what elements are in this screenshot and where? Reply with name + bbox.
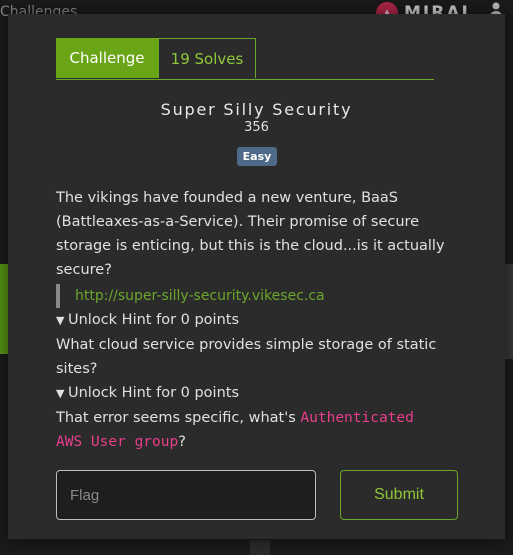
challenge-title: Super Silly Security (160, 100, 353, 119)
challenge-description: The vikings have founded a new venture, … (56, 186, 446, 454)
background-challenge-card (0, 264, 8, 354)
background-challenge-card-right (505, 264, 513, 359)
link-blockquote: http://super-silly-security.vikesec.ca (56, 284, 446, 308)
challenge-points: 356 (244, 120, 269, 135)
hint-text-2: That error seems specific, what's Authen… (56, 406, 446, 454)
tab-solves[interactable]: 19 Solves (158, 38, 256, 78)
difficulty-badge: Easy (237, 147, 277, 166)
hint-text-prefix: That error seems specific, what's (56, 410, 301, 426)
challenge-tabs: Challenge 19 Solves (56, 38, 434, 80)
challenge-modal: Challenge 19 Solves Super Silly Security… (8, 14, 505, 539)
submit-button[interactable]: Submit (340, 470, 458, 520)
hint-summary-label: Unlock Hint for 0 points (68, 385, 240, 401)
background-divider (250, 540, 270, 555)
hint-text-1: What cloud service provides simple stora… (56, 337, 437, 377)
description-text: The vikings have founded a new venture, … (56, 190, 445, 278)
challenge-link[interactable]: http://super-silly-security.vikesec.ca (75, 288, 325, 304)
caret-down-icon: ▼ (56, 314, 65, 327)
flag-input[interactable] (56, 470, 316, 520)
hint-toggle-1[interactable]: ▼ Unlock Hint for 0 points (56, 308, 446, 333)
tab-challenge[interactable]: Challenge (56, 38, 158, 78)
hint-text-suffix: ? (178, 434, 186, 450)
hint-summary-label: Unlock Hint for 0 points (68, 312, 240, 328)
caret-down-icon: ▼ (56, 387, 65, 400)
hint-toggle-2[interactable]: ▼ Unlock Hint for 0 points (56, 381, 446, 406)
